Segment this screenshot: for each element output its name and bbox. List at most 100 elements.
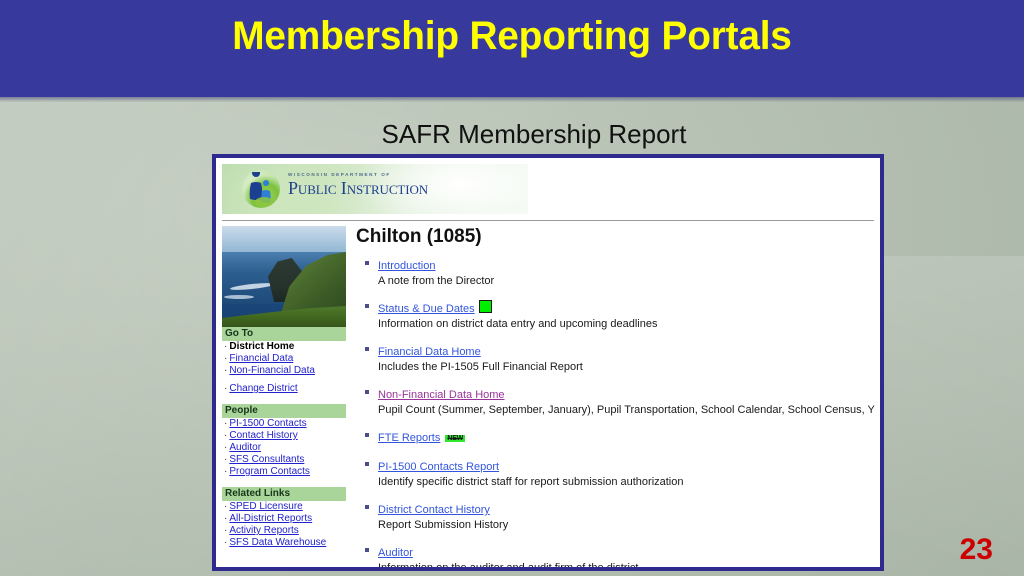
bullet-icon: ·	[224, 383, 228, 394]
photo-sky	[222, 226, 346, 254]
sidebar-section-header: People	[222, 404, 346, 418]
portal-link-pi-1500-contacts-report[interactable]: PI-1500 Contacts Report	[378, 461, 499, 473]
portal-link-description: Includes the PI-1505 Full Financial Repo…	[378, 361, 583, 373]
bullet-icon: ·	[224, 501, 228, 512]
sidebar-item-label[interactable]: SFS Consultants	[229, 454, 304, 465]
portal-link-list: Introduction A note from the Director Stat…	[356, 256, 880, 567]
web-page-body: WISCONSIN DEPARTMENT OF Public Instructi…	[216, 158, 880, 567]
sidebar-item-label[interactable]: Change District	[229, 383, 297, 394]
portal-link-description: Identify specific district staff for rep…	[378, 476, 684, 488]
portal-link-financial-data-home[interactable]: Financial Data Home	[378, 346, 481, 358]
sidebar-item-activity-reports[interactable]: · Activity Reports	[222, 525, 346, 537]
dpi-logo-banner: WISCONSIN DEPARTMENT OF Public Instructi…	[222, 164, 528, 214]
sidebar-item-label: District Home	[229, 341, 295, 352]
portal-link-introduction[interactable]: Introduction	[378, 260, 435, 272]
sidebar-item-label[interactable]: All-District Reports	[229, 513, 312, 524]
sidebar-item-auditor[interactable]: · Auditor	[222, 442, 346, 454]
bullet-icon: ·	[224, 513, 228, 524]
square-bullet-icon	[365, 304, 369, 308]
sidebar-item-label[interactable]: SPED Licensure	[229, 501, 302, 512]
dpi-logo-name: Public Instruction	[288, 178, 429, 198]
portal-link-row: Auditor	[378, 543, 880, 561]
square-bullet-icon	[365, 433, 369, 437]
sidebar-link-list: · District Home · Financial Data · Non-Financ…	[222, 341, 346, 377]
bullet-icon: ·	[224, 418, 228, 429]
bullet-icon: ·	[224, 525, 228, 536]
sidebar-item-label[interactable]: Financial Data	[229, 353, 293, 364]
portal-link-description: Pupil Count (Summer, September, January)…	[378, 404, 875, 416]
portal-link-entry: Non-Financial Data Home Pupil Count (Summ…	[365, 385, 880, 417]
dpi-logo-wordmark: WISCONSIN DEPARTMENT OF Public Instructi…	[288, 172, 508, 198]
title-band-shadow	[0, 97, 1024, 102]
square-bullet-icon	[365, 548, 369, 552]
portal-link-non-financial-data-home[interactable]: Non-Financial Data Home	[378, 389, 505, 401]
sidebar-item-financial-data[interactable]: · Financial Data	[222, 353, 346, 365]
slide-canvas: Membership Reporting Portals SAFR Member…	[0, 0, 1024, 576]
square-bullet-icon	[365, 390, 369, 394]
portal-link-description: Information on district data entry and u…	[378, 318, 658, 330]
sidebar-item-label[interactable]: Non-Financial Data	[229, 365, 315, 376]
sidebar-item-program-contacts[interactable]: · Program Contacts	[222, 466, 346, 478]
sidebar-section-header: Related Links	[222, 487, 346, 501]
sidebar-item-sfs-consultants[interactable]: · SFS Consultants	[222, 454, 346, 466]
portal-link-district-contact-history[interactable]: District Contact History	[378, 504, 490, 516]
main-content: Chilton (1085) Introduction A note from t…	[356, 226, 880, 567]
sidebar-item-label[interactable]: Auditor	[229, 442, 261, 453]
sidebar-item-label[interactable]: SFS Data Warehouse	[229, 537, 326, 548]
dpi-logo-kicker: WISCONSIN DEPARTMENT OF	[288, 172, 391, 177]
status-green-square-icon	[478, 300, 492, 313]
portal-link-entry: Financial Data Home Includes the PI-1505 …	[365, 342, 880, 374]
portal-link-row: District Contact History	[378, 500, 880, 518]
sidebar-item-sped-licensure[interactable]: · SPED Licensure	[222, 501, 346, 513]
sidebar-link-list: · PI-1500 Contacts · Contact History · Audito…	[222, 418, 346, 478]
portal-link-auditor[interactable]: Auditor	[378, 547, 413, 559]
portal-link-row: FTE Reports NEW	[378, 428, 880, 446]
header-divider	[222, 220, 874, 221]
slide-page-number: 23	[959, 533, 993, 566]
sidebar-item-pi-1500-contacts[interactable]: · PI-1500 Contacts	[222, 418, 346, 430]
portal-link-entry: Status & Due Dates Information on distric…	[365, 299, 880, 331]
sidebar-item-district-home: · District Home	[222, 341, 346, 353]
photo-wave-foam-secondary	[224, 295, 254, 299]
square-bullet-icon	[365, 261, 369, 265]
sidebar-link-list: · SPED Licensure · All-District Reports · Act…	[222, 501, 346, 549]
sidebar-item-non-financial-data[interactable]: · Non-Financial Data	[222, 365, 346, 377]
portal-link-row: PI-1500 Contacts Report	[378, 457, 880, 475]
portal-link-entry: Introduction A note from the Director	[365, 256, 880, 288]
sidebar-item-all-district-reports[interactable]: · All-District Reports	[222, 513, 346, 525]
sidebar-item-sfs-data-warehouse[interactable]: · SFS Data Warehouse	[222, 537, 346, 549]
portal-link-description: Information on the auditor and audit fir…	[378, 561, 880, 567]
sidebar-item-label[interactable]: Contact History	[229, 430, 297, 441]
portal-link-fte-reports[interactable]: FTE Reports	[378, 432, 440, 444]
sidebar-sections: Go To · District Home · Financial Data · Non-F…	[222, 327, 346, 549]
bullet-icon: ·	[224, 454, 228, 465]
portal-link-row: Non-Financial Data Home	[378, 385, 880, 403]
parent-child-figure-icon	[249, 172, 273, 206]
portal-link-entry: Auditor Information on the auditor and au…	[365, 543, 880, 567]
sidebar-photo	[222, 226, 346, 327]
page-title: Membership Reporting Portals	[232, 14, 792, 58]
bullet-icon: ·	[224, 365, 228, 376]
portal-link-status-due-dates[interactable]: Status & Due Dates	[378, 303, 475, 315]
sidebar-item-change-district[interactable]: · Change District	[222, 383, 346, 395]
square-bullet-icon	[365, 462, 369, 466]
sidebar-item-label[interactable]: Program Contacts	[229, 466, 310, 477]
sidebar-item-contact-history[interactable]: · Contact History	[222, 430, 346, 442]
bullet-icon: ·	[224, 353, 228, 364]
new-badge: NEW	[445, 435, 466, 442]
portal-link-row: Introduction	[378, 256, 880, 274]
bullet-icon: ·	[224, 466, 228, 477]
sidebar-section-header: Go To	[222, 327, 346, 341]
bullet-icon: ·	[224, 430, 228, 441]
sidebar-item-label[interactable]: Activity Reports	[229, 525, 298, 536]
portal-link-description: Report Submission History	[378, 519, 509, 531]
sidebar: Go To · District Home · Financial Data · Non-F…	[222, 226, 346, 549]
bullet-icon: ·	[224, 341, 228, 352]
square-bullet-icon	[365, 505, 369, 509]
sidebar-link-list: · Change District	[222, 383, 346, 395]
portal-link-row: Status & Due Dates	[378, 299, 880, 317]
sidebar-item-label[interactable]: PI-1500 Contacts	[229, 418, 306, 429]
screenshot-frame: WISCONSIN DEPARTMENT OF Public Instructi…	[212, 154, 884, 571]
